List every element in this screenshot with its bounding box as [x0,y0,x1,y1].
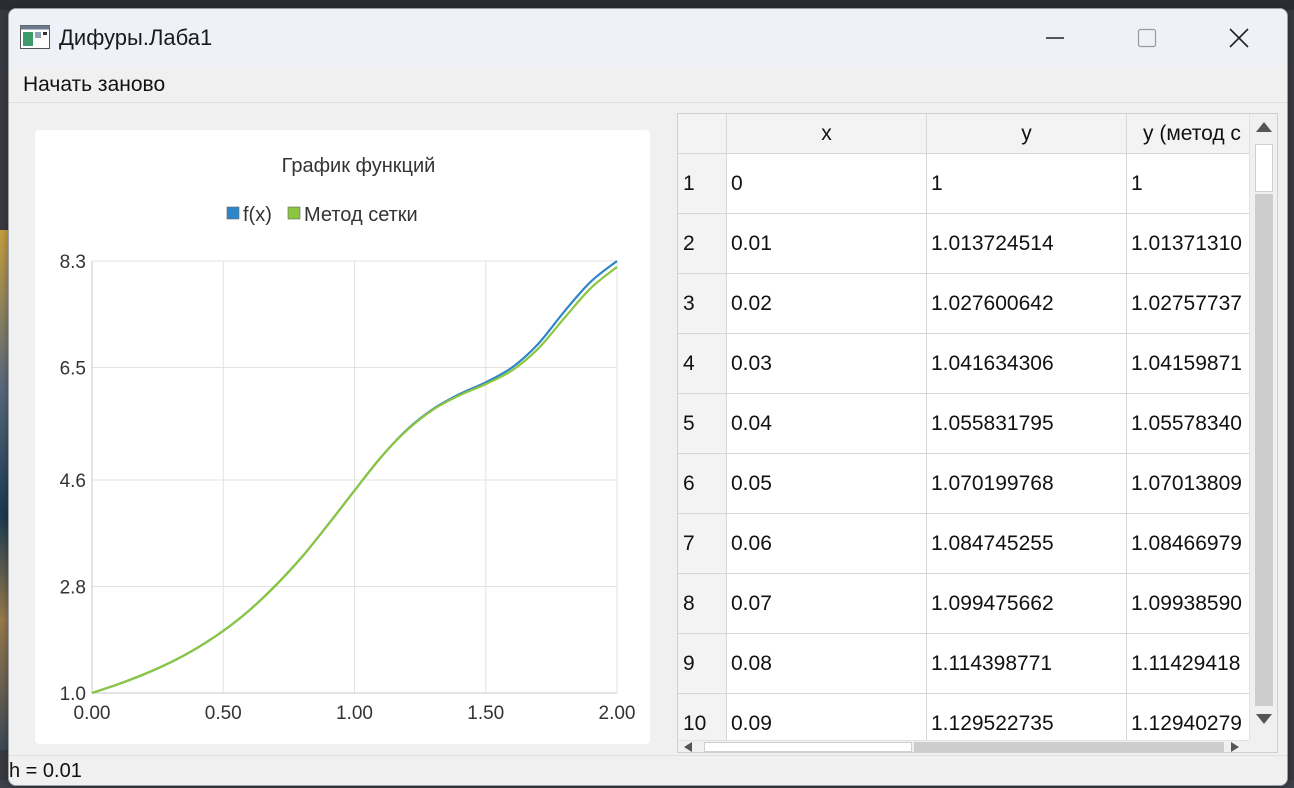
table-corner-button[interactable] [678,114,727,154]
legend-swatch-1 [287,206,301,220]
row-header[interactable]: 1 [678,154,727,214]
table-cell-x[interactable]: 0 [727,154,927,214]
vertical-scroll-track[interactable] [1255,194,1273,706]
minimize-button[interactable] [1025,9,1085,66]
table-cell-y[interactable]: 1.070199768 [927,454,1127,514]
scroll-left-arrow-icon[interactable] [684,742,692,752]
table-cell-x[interactable]: 0.06 [727,514,927,574]
menu-bar: Начать заново [9,66,1287,103]
maximize-icon [1137,28,1157,47]
table-cell-x[interactable]: 0.03 [727,334,927,394]
chart-panel: График функций f(x) Метод сетки 0.00 0.50 1.0… [35,130,650,744]
app-window: Дифуры.Лаба1 Начать заново График функци… [8,8,1288,786]
table-cell-y[interactable]: 1.041634306 [927,334,1127,394]
x-tick-label-1: 0.50 [205,703,242,724]
minimize-icon [1046,36,1064,39]
row-header[interactable]: 4 [678,334,727,394]
scrollbar-corner [1249,740,1277,752]
legend-label-1: Метод сетки [304,204,418,226]
scroll-right-arrow-icon[interactable] [1231,742,1239,752]
column-header-x[interactable]: x [727,114,927,154]
scroll-up-arrow-icon[interactable] [1256,122,1272,132]
horizontal-scroll-track[interactable] [914,742,1224,752]
maximize-button[interactable] [1117,9,1177,66]
row-header[interactable]: 9 [678,634,727,694]
x-tick-label-2: 1.00 [336,703,373,724]
title-bar[interactable]: Дифуры.Лаба1 [9,9,1287,66]
table-cell-x[interactable]: 0.02 [727,274,927,334]
column-header-y[interactable]: y [927,114,1127,154]
vertical-scroll-thumb[interactable] [1255,144,1273,192]
table-cell-x[interactable]: 0.01 [727,214,927,274]
row-header[interactable]: 7 [678,514,727,574]
row-header[interactable]: 2 [678,214,727,274]
table-cell-y[interactable]: 1.114398771 [927,634,1127,694]
y-tick-label-0: 1.0 [60,684,86,705]
table-cell-x[interactable]: 0.07 [727,574,927,634]
y-tick-label-1: 2.8 [60,577,86,598]
row-header[interactable]: 6 [678,454,727,514]
menu-item-restart[interactable]: Начать заново [23,73,165,97]
table-cell-x[interactable]: 0.08 [727,634,927,694]
table-cell-y-grid[interactable]: 1.02757737 [1127,274,1249,334]
legend-label-0: f(x) [243,204,272,226]
table-cell-y-grid[interactable]: 1.07013809 [1127,454,1249,514]
status-step-text: h = 0.01 [9,760,82,782]
table-cell-x[interactable]: 0.09 [727,694,927,740]
function-chart: График функций f(x) Метод сетки 0.00 0.50 1.0… [60,155,636,724]
status-bar: h = 0.01 [9,755,1287,785]
legend-swatch-0 [226,206,240,220]
x-tick-label-0: 0.00 [74,703,111,724]
table-cell-y[interactable]: 1.013724514 [927,214,1127,274]
table-cell-y-grid[interactable]: 1.09938590 [1127,574,1249,634]
results-table[interactable]: xyy (метод с 1 0 1 1 2 0.01 1.013724514 1.013713… [677,113,1278,753]
y-tick-label-2: 4.6 [60,471,86,492]
horizontal-scrollbar[interactable] [678,740,1249,752]
horizontal-scroll-thumb[interactable] [704,742,912,752]
chart-title: График функций [282,155,436,177]
column-header-y-grid[interactable]: y (метод с [1127,114,1249,154]
table-cell-y[interactable]: 1.084745255 [927,514,1127,574]
window-title: Дифуры.Лаба1 [59,25,213,50]
table-cell-y[interactable]: 1.027600642 [927,274,1127,334]
table-cell-y-grid[interactable]: 1.12940279 [1127,694,1249,740]
table-cell-y[interactable]: 1.055831795 [927,394,1127,454]
y-tick-label-4: 8.3 [60,252,86,273]
y-tick-label-3: 6.5 [60,359,86,380]
x-tick-label-3: 1.50 [467,703,504,724]
table-cell-y-grid[interactable]: 1 [1127,154,1249,214]
close-button[interactable] [1209,9,1269,66]
table-cell-y-grid[interactable]: 1.04159871 [1127,334,1249,394]
app-window-icon [20,25,50,49]
scroll-down-arrow-icon[interactable] [1256,714,1272,724]
table-cell-y[interactable]: 1 [927,154,1127,214]
table-cell-y-grid[interactable]: 1.01371310 [1127,214,1249,274]
close-icon [1229,27,1249,48]
table-cell-y-grid[interactable]: 1.05578340 [1127,394,1249,454]
table-cell-y-grid[interactable]: 1.08466979 [1127,514,1249,574]
table-cell-y[interactable]: 1.099475662 [927,574,1127,634]
row-header[interactable]: 3 [678,274,727,334]
vertical-scrollbar[interactable] [1249,114,1277,740]
table-cell-x[interactable]: 0.05 [727,454,927,514]
table-cell-y-grid[interactable]: 1.11429418 [1127,634,1249,694]
row-header[interactable]: 8 [678,574,727,634]
x-tick-label-4: 2.00 [599,703,636,724]
table-cell-y[interactable]: 1.129522735 [927,694,1127,740]
table-viewport: xyy (метод с 1 0 1 1 2 0.01 1.013724514 1.013713… [678,114,1249,740]
table-cell-x[interactable]: 0.04 [727,394,927,454]
row-header[interactable]: 5 [678,394,727,454]
row-header[interactable]: 10 [678,694,727,740]
